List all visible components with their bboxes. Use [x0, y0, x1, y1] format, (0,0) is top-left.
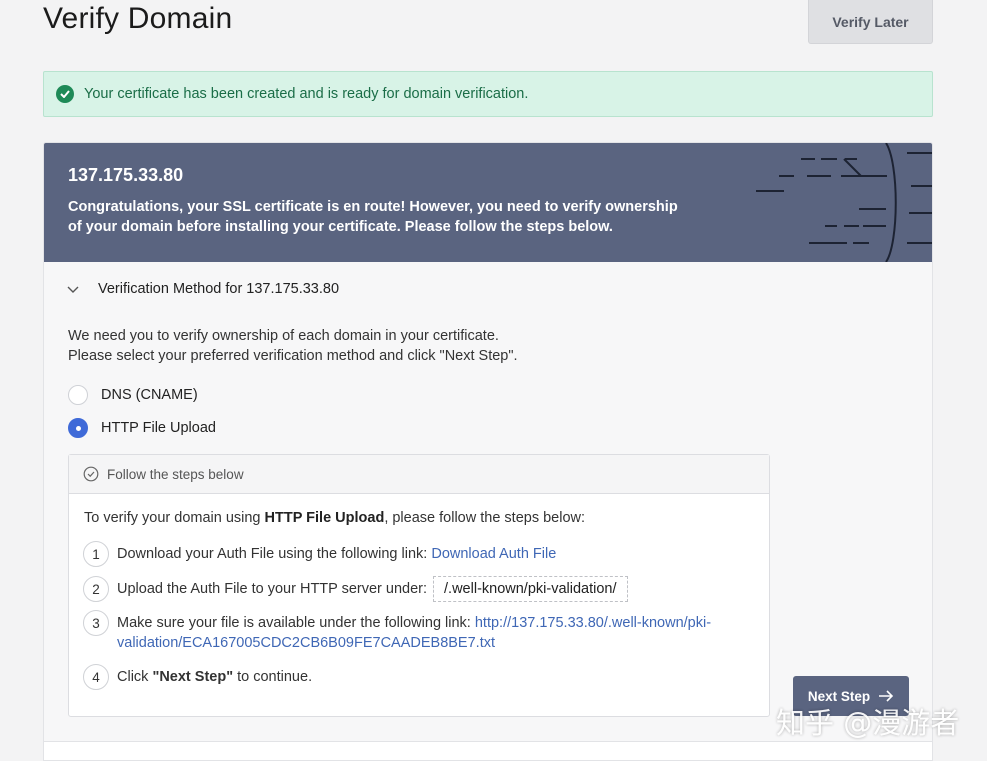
chevron-down-icon — [67, 286, 79, 293]
intro-bold: HTTP File Upload — [264, 510, 385, 526]
step-text: Download your Auth File using the follow… — [117, 541, 556, 564]
watermark: 知乎 @漫游者 — [776, 706, 960, 740]
step-4: 4 Click "Next Step" to continue. — [83, 664, 312, 690]
step-number: 3 — [83, 610, 109, 636]
circle-check-outline-icon — [83, 466, 99, 482]
verification-instructions: We need you to verify ownership of each … — [68, 326, 518, 366]
step-4-suffix: to continue. — [233, 669, 313, 685]
radio-dns[interactable] — [68, 385, 88, 405]
step-number: 2 — [83, 576, 109, 602]
radio-label-dns: DNS (CNAME) — [101, 387, 198, 403]
radio-http[interactable] — [68, 418, 88, 438]
radio-label-http: HTTP File Upload — [101, 420, 216, 436]
step-3: 3 Make sure your file is available under… — [83, 610, 711, 653]
intro-prefix: To verify your domain using — [84, 510, 265, 526]
steps-intro: To verify your domain using HTTP File Up… — [84, 510, 585, 526]
page-title: Verify Domain — [43, 2, 233, 35]
step-4-prefix: Click — [117, 669, 153, 685]
step-3-text: Make sure your file is available under t… — [117, 615, 475, 631]
validation-url-line1: http://137.175.33.80/.well-known/pki- — [474, 615, 712, 631]
card-header: 137.175.33.80 Congratulations, your SSL … — [44, 143, 932, 262]
verify-later-button[interactable]: Verify Later — [808, 0, 933, 44]
check-circle-icon — [56, 85, 74, 103]
alert-text: Your certificate has been created and is… — [84, 86, 529, 102]
card-footer — [44, 742, 932, 760]
step-text: Make sure your file is available under t… — [117, 610, 711, 653]
steps-panel-header: Follow the steps below — [69, 455, 769, 494]
validation-url-line2: validation/ECA167005CDC2CB6B09FE7CAADEB8… — [117, 635, 496, 651]
success-alert: Your certificate has been created and is… — [43, 71, 933, 117]
radio-option-dns[interactable]: DNS (CNAME) — [68, 385, 198, 405]
radio-option-http[interactable]: HTTP File Upload — [68, 418, 216, 438]
step-2-text: Upload the Auth File to your HTTP server… — [117, 581, 428, 597]
validation-path[interactable]: /.well-known/pki-validation/ — [433, 576, 628, 602]
step-1-text: Download your Auth File using the follow… — [117, 546, 432, 562]
verification-card: 137.175.33.80 Congratulations, your SSL … — [43, 142, 933, 761]
header-message: Congratulations, your SSL certificate is… — [68, 199, 678, 235]
intro-suffix: , please follow the steps below: — [384, 510, 586, 526]
steps-panel: Follow the steps below To verify your do… — [68, 454, 770, 717]
domain-title: 137.175.33.80 — [68, 165, 184, 185]
step-text: Upload the Auth File to your HTTP server… — [117, 576, 628, 602]
download-auth-file-link[interactable]: Download Auth File — [431, 546, 556, 562]
step-2: 2 Upload the Auth File to your HTTP serv… — [83, 576, 628, 602]
steps-panel-title: Follow the steps below — [107, 466, 244, 482]
verification-method-toggle[interactable]: Verification Method for 137.175.33.80 — [66, 281, 339, 297]
step-number: 4 — [83, 664, 109, 690]
instruction-line: We need you to verify ownership of each … — [68, 328, 499, 344]
step-number: 1 — [83, 541, 109, 567]
verification-method-title: Verification Method for 137.175.33.80 — [98, 281, 340, 297]
decorative-lines-icon — [756, 143, 932, 262]
instruction-line: Please select your preferred verificatio… — [68, 348, 518, 364]
step-1: 1 Download your Auth File using the foll… — [83, 541, 556, 567]
step-4-bold: "Next Step" — [152, 669, 234, 685]
step-text: Click "Next Step" to continue. — [117, 664, 312, 687]
